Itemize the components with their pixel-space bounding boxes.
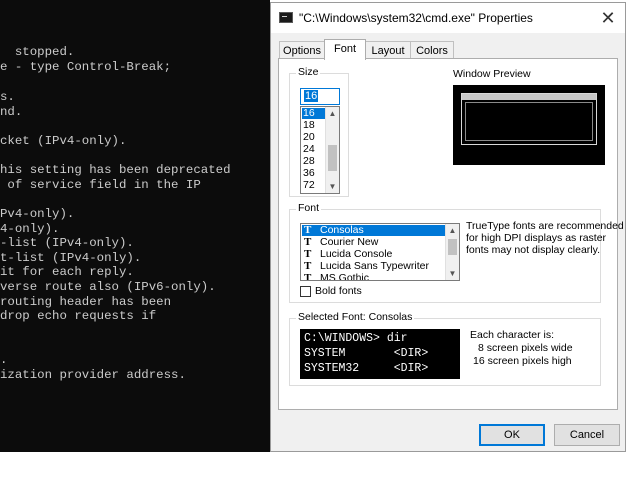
font-item-lucida-console[interactable]: T Lucida Console xyxy=(302,249,445,260)
sample-line: C:\WINDOWS> dir xyxy=(304,332,408,345)
font-item-label: Lucida Console xyxy=(320,248,393,260)
font-item-label: Consolas xyxy=(320,224,364,236)
console-line: . xyxy=(0,353,8,367)
size-item-36[interactable]: 36 xyxy=(302,168,325,179)
size-item-72[interactable]: 72 xyxy=(302,180,325,191)
preview-title-bar xyxy=(462,94,596,100)
size-item-24[interactable]: 24 xyxy=(302,144,325,155)
scroll-down-icon[interactable]: ▼ xyxy=(446,267,459,280)
console-line: it for each reply. xyxy=(0,265,134,279)
font-item-ms-gothic[interactable]: T MS Gothic xyxy=(302,273,445,281)
char-size-header: Each character is: xyxy=(470,329,555,341)
scroll-up-icon[interactable]: ▲ xyxy=(326,107,339,120)
truetype-icon: T xyxy=(304,260,312,272)
sample-line: SYSTEM32 <DIR> xyxy=(304,362,429,375)
font-group-label: Font xyxy=(296,202,322,214)
console-line: verse route also (IPv6-only). xyxy=(0,280,216,294)
size-item-28[interactable]: 28 xyxy=(302,156,325,167)
console-line: 4-only). xyxy=(0,222,60,236)
selected-font-group: Selected Font: Consolas C:\WINDOWS> dir … xyxy=(289,311,601,386)
cmd-app-icon xyxy=(279,12,293,23)
console-line: drop echo requests if xyxy=(0,309,157,323)
console-line: Pv4-only). xyxy=(0,207,75,221)
cancel-button[interactable]: Cancel xyxy=(554,424,620,446)
size-item-16[interactable]: 16 xyxy=(302,108,325,119)
close-button[interactable]: ✕ xyxy=(591,3,625,33)
console-line: his setting has been deprecated xyxy=(0,163,231,177)
font-list-scrollbar[interactable]: ▲ ▼ xyxy=(445,224,459,280)
size-input-value: 16 xyxy=(304,90,319,102)
truetype-icon: T xyxy=(304,272,312,281)
title-bar[interactable]: "C:\Windows\system32\cmd.exe" Properties… xyxy=(271,3,625,33)
console-line: routing header has been xyxy=(0,295,172,309)
char-width-text: 8 screen pixels wide xyxy=(478,342,573,354)
font-tab-panel: Size 16 16 18 20 24 28 36 72 ▲ ▼ Window … xyxy=(278,58,624,410)
font-item-label: MS Gothic xyxy=(320,272,370,281)
console-line: of service field in the IP xyxy=(0,178,201,192)
tab-layout[interactable]: Layout xyxy=(365,41,411,59)
console-line: stopped. xyxy=(0,45,75,59)
scroll-thumb[interactable] xyxy=(448,239,457,255)
size-group: Size 16 16 18 20 24 28 36 72 ▲ ▼ xyxy=(289,66,349,197)
console-line: ization provider address. xyxy=(0,368,186,382)
size-item-20[interactable]: 20 xyxy=(302,132,325,143)
size-list[interactable]: 16 18 20 24 28 36 72 ▲ ▼ xyxy=(300,106,340,194)
truetype-icon: T xyxy=(304,224,312,236)
properties-dialog: "C:\Windows\system32\cmd.exe" Properties… xyxy=(270,2,626,452)
tab-colors[interactable]: Colors xyxy=(410,41,454,59)
truetype-icon: T xyxy=(304,248,312,260)
console-line: s. xyxy=(0,90,15,104)
font-item-lucida-sans-typewriter[interactable]: T Lucida Sans Typewriter xyxy=(302,261,445,272)
font-item-consolas[interactable]: T Consolas xyxy=(302,225,445,236)
dialog-title: "C:\Windows\system32\cmd.exe" Properties xyxy=(299,11,533,25)
tab-options[interactable]: Options xyxy=(279,41,325,59)
font-item-courier-new[interactable]: T Courier New xyxy=(302,237,445,248)
tab-font[interactable]: Font xyxy=(324,39,366,60)
font-sample-preview: C:\WINDOWS> dir SYSTEM <DIR> SYSTEM32 <D… xyxy=(300,329,460,379)
console-line: -list (IPv4-only). xyxy=(0,236,134,250)
window-preview xyxy=(453,85,605,165)
console-window: stopped. e - type Control-Break; s. nd. … xyxy=(0,0,270,452)
sample-line: SYSTEM <DIR> xyxy=(304,347,429,360)
ok-button[interactable]: OK xyxy=(479,424,545,446)
scroll-thumb[interactable] xyxy=(328,145,337,171)
font-item-label: Lucida Sans Typewriter xyxy=(320,260,429,272)
bold-fonts-label[interactable]: Bold fonts xyxy=(315,285,362,297)
scroll-up-icon[interactable]: ▲ xyxy=(446,224,459,237)
console-line: nd. xyxy=(0,105,23,119)
selected-font-label: Selected Font: Consolas xyxy=(296,311,415,323)
console-line: t-list (IPv4-only). xyxy=(0,251,142,265)
size-input[interactable]: 16 xyxy=(300,88,340,105)
size-list-scrollbar[interactable]: ▲ ▼ xyxy=(325,107,339,193)
char-height-text: 16 screen pixels high xyxy=(473,355,572,367)
bold-fonts-checkbox[interactable] xyxy=(300,286,311,297)
font-group: Font T Consolas T Courier New T Lucida Cons… xyxy=(289,202,624,303)
window-preview-label: Window Preview xyxy=(453,68,531,80)
truetype-note: TrueType fonts are recommended for high … xyxy=(466,220,624,256)
preview-window-body xyxy=(465,102,593,141)
font-item-label: Courier New xyxy=(320,236,379,248)
truetype-icon: T xyxy=(304,236,312,248)
close-icon: ✕ xyxy=(600,8,616,28)
preview-window-frame xyxy=(461,93,597,145)
console-line: e - type Control-Break; xyxy=(0,60,172,74)
scroll-down-icon[interactable]: ▼ xyxy=(326,180,339,193)
size-item-18[interactable]: 18 xyxy=(302,120,325,131)
size-group-label: Size xyxy=(296,66,321,78)
console-line: cket (IPv4-only). xyxy=(0,134,127,148)
font-list[interactable]: T Consolas T Courier New T Lucida Console T… xyxy=(300,223,460,281)
